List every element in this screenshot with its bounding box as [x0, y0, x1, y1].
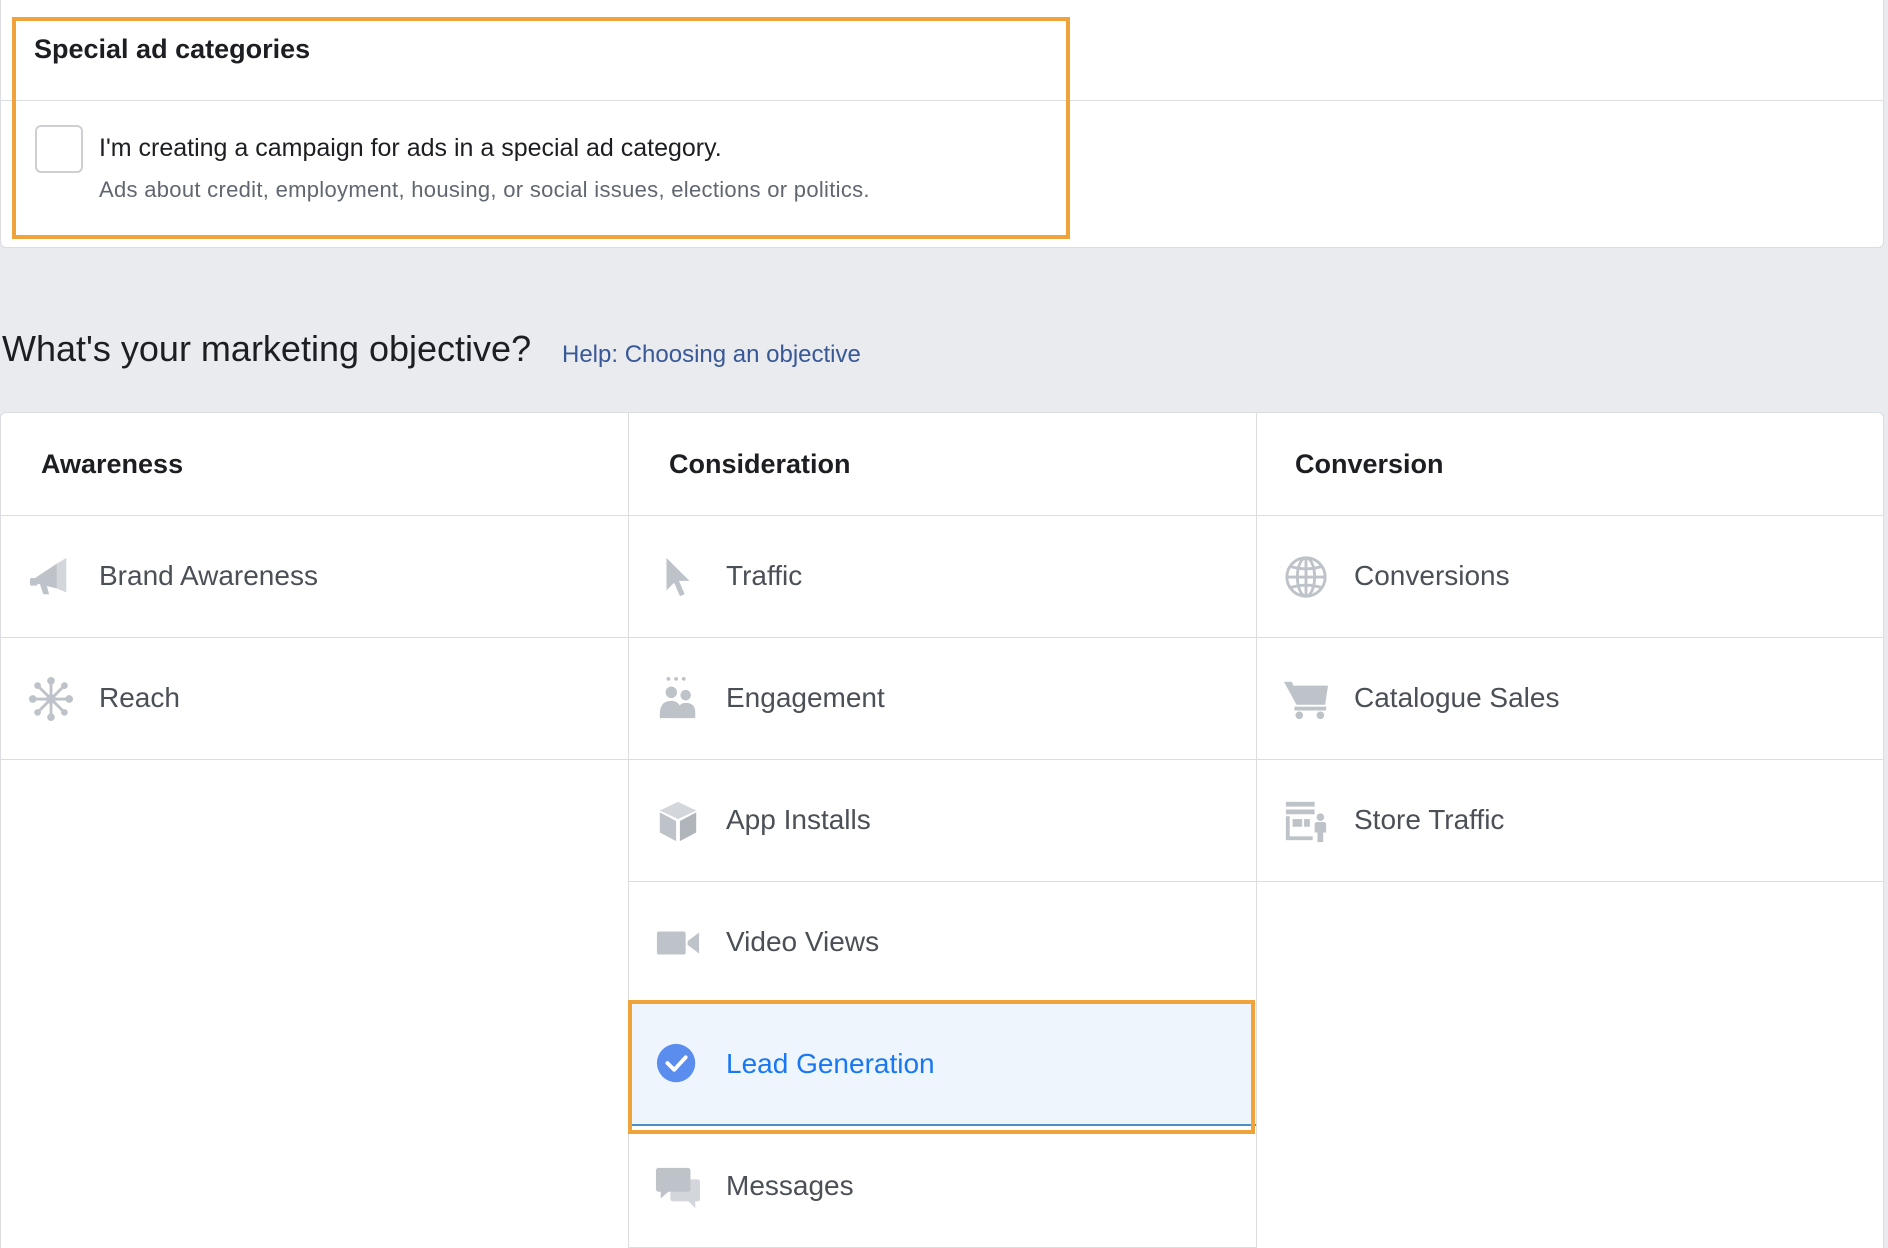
column-consideration: Consideration Traffic Engagement App Ins…: [629, 413, 1256, 1248]
cursor-icon: [654, 553, 702, 601]
reach-icon: [27, 675, 75, 723]
objective-traffic[interactable]: Traffic: [629, 516, 1256, 638]
globe-icon: [1282, 553, 1330, 601]
objective-label: Lead Generation: [726, 1048, 935, 1079]
objective-catalogue-sales[interactable]: Catalogue Sales: [1257, 638, 1883, 760]
objective-label: App Installs: [726, 804, 871, 835]
objective-label: Video Views: [726, 926, 880, 957]
objective-conversions[interactable]: Conversions: [1257, 516, 1883, 638]
objective-title: What's your marketing objective?: [2, 328, 532, 369]
special-ad-category-label[interactable]: I'm creating a campaign for ads in a spe…: [99, 134, 722, 163]
column-header-conversion: Conversion: [1257, 413, 1883, 516]
cart-icon: [1282, 675, 1330, 723]
objective-messages[interactable]: Messages: [629, 1126, 1256, 1248]
megaphone-icon: [27, 553, 75, 601]
special-ad-categories-card: Special ad categories I'm creating a cam…: [0, 0, 1884, 248]
objectives-grid: Awareness Brand Awareness Reach Consider…: [0, 412, 1884, 1248]
objective-label: Brand Awareness: [99, 560, 318, 591]
column-conversion: Conversion Conversions Catalogue Sales S…: [1257, 413, 1883, 882]
objective-reach[interactable]: Reach: [1, 638, 628, 760]
objective-engagement[interactable]: Engagement: [629, 638, 1256, 760]
store-icon: [1282, 797, 1330, 845]
people-icon: [654, 675, 702, 723]
column-header-awareness: Awareness: [1, 413, 628, 516]
objective-video-views[interactable]: Video Views: [629, 882, 1256, 1004]
objective-label: Catalogue Sales: [1354, 682, 1560, 713]
objective-app-installs[interactable]: App Installs: [629, 760, 1256, 882]
objective-label: Traffic: [726, 560, 803, 591]
chat-bubbles-icon: [654, 1163, 702, 1211]
special-ad-category-checkbox[interactable]: [35, 125, 83, 173]
objective-label: Engagement: [726, 682, 885, 713]
objective-store-traffic[interactable]: Store Traffic: [1257, 760, 1883, 882]
objective-brand-awareness[interactable]: Brand Awareness: [1, 516, 628, 638]
special-ad-categories-title: Special ad categories: [1, 0, 1883, 101]
help-choosing-objective-link[interactable]: Help: Choosing an objective: [562, 341, 861, 369]
column-header-consideration: Consideration: [629, 413, 1256, 516]
column-divider: [1256, 413, 1257, 1248]
column-awareness: Awareness Brand Awareness Reach: [1, 413, 628, 760]
objective-label: Reach: [99, 682, 180, 713]
box-icon: [654, 797, 702, 845]
objective-label: Conversions: [1354, 560, 1510, 591]
video-camera-icon: [654, 919, 702, 967]
column-divider: [628, 413, 629, 1248]
check-circle-icon: [654, 1041, 702, 1089]
objective-label: Store Traffic: [1354, 804, 1505, 835]
objective-lead-generation[interactable]: Lead Generation: [629, 1004, 1256, 1126]
objective-label: Messages: [726, 1170, 854, 1201]
special-ad-category-description: Ads about credit, employment, housing, o…: [99, 177, 870, 202]
